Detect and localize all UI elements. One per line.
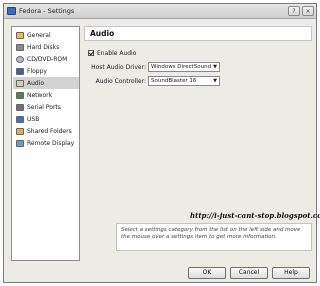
usb-icon [16, 115, 24, 123]
sidebar-item-hard-disks[interactable]: Hard Disks [13, 41, 79, 53]
title-bar[interactable]: Fedora - Settings ? × [4, 4, 316, 19]
sidebar-item-remote-display[interactable]: Remote Display [13, 137, 79, 149]
cd-dvd-icon [16, 55, 24, 63]
sidebar-item-label: USB [27, 115, 40, 123]
shared-folder-icon [16, 127, 24, 135]
audio-controller-label: Audio Controller: [95, 78, 146, 85]
sidebar-item-label: General [27, 31, 51, 39]
info-description-box: Select a settings category from the list… [116, 223, 312, 251]
sidebar-item-cd-dvd-rom[interactable]: CD/DVD-ROM [13, 53, 79, 65]
sidebar-item-label: Remote Display [27, 139, 75, 147]
sidebar-item-usb[interactable]: USB [13, 113, 79, 125]
window-title: Fedora - Settings [19, 7, 75, 15]
sidebar-item-shared-folders[interactable]: Shared Folders [13, 125, 79, 137]
close-button[interactable]: × [302, 6, 314, 16]
sidebar-item-label: Floppy [27, 67, 47, 75]
hard-disk-icon [16, 43, 24, 51]
sidebar-item-network[interactable]: Network [13, 89, 79, 101]
cancel-button[interactable]: Cancel [230, 267, 268, 279]
help-title-button[interactable]: ? [288, 6, 300, 16]
network-icon [16, 91, 24, 99]
sidebar-item-audio[interactable]: Audio [13, 77, 79, 89]
host-audio-driver-label: Host Audio Driver: [91, 64, 146, 71]
remote-display-icon [16, 139, 24, 147]
serial-port-icon [16, 103, 24, 111]
sidebar-item-label: Network [27, 91, 53, 99]
blog-watermark: http://i-just-cant-stop.blogspot.com/ [190, 211, 320, 220]
settings-window: Fedora - Settings ? × General Hard Disks… [3, 3, 320, 283]
virtualbox-app-icon [7, 7, 16, 15]
settings-category-list: General Hard Disks CD/DVD-ROM Floppy Aud… [11, 26, 80, 261]
general-icon [16, 31, 24, 39]
audio-controller-select[interactable]: SoundBlaster 16 ▼ [148, 76, 220, 86]
chevron-down-icon: ▼ [213, 78, 217, 84]
page-title: Audio [90, 29, 115, 38]
sidebar-item-general[interactable]: General [13, 29, 79, 41]
sidebar-item-serial-ports[interactable]: Serial Ports [13, 101, 79, 113]
host-audio-driver-value: Windows DirectSound [151, 64, 212, 70]
ok-button[interactable]: OK [188, 267, 226, 279]
host-audio-driver-select[interactable]: Windows DirectSound ▼ [148, 62, 220, 72]
sidebar-item-label: Serial Ports [27, 103, 61, 111]
help-button[interactable]: Help [272, 267, 310, 279]
sidebar-item-label: CD/DVD-ROM [27, 55, 68, 63]
page-title-bar: Audio [84, 26, 312, 41]
sidebar-item-label: Audio [27, 79, 45, 87]
audio-controller-value: SoundBlaster 16 [151, 78, 197, 84]
sidebar-item-label: Hard Disks [27, 43, 60, 51]
audio-icon [16, 79, 24, 87]
chevron-down-icon: ▼ [213, 64, 217, 70]
sidebar-item-label: Shared Folders [27, 127, 72, 135]
enable-audio-checkbox[interactable] [88, 50, 94, 56]
sidebar-item-floppy[interactable]: Floppy [13, 65, 79, 77]
floppy-icon [16, 67, 24, 75]
enable-audio-label[interactable]: Enable Audio [97, 50, 136, 57]
